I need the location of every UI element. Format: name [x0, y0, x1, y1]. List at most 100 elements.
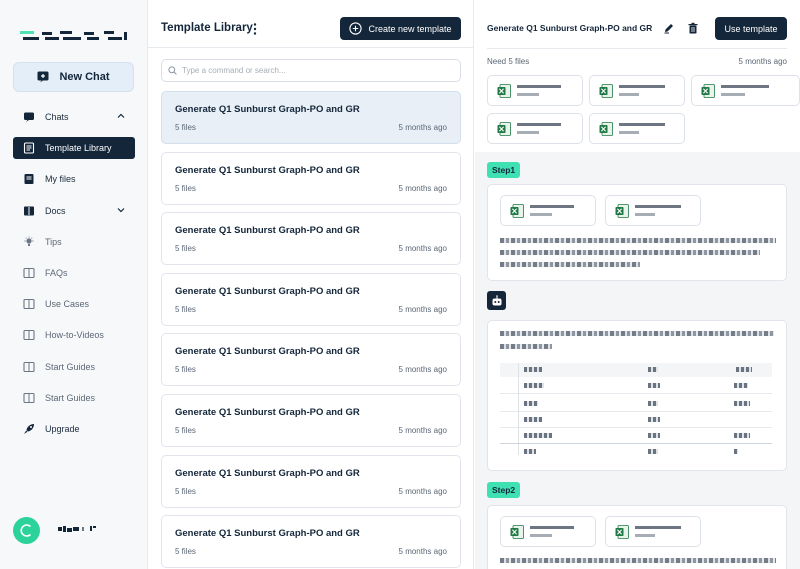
trash-icon[interactable] [687, 22, 699, 34]
template-card[interactable]: Generate Q1 Sunburst Graph-PO and GR 5 f… [161, 212, 461, 266]
template-card[interactable]: Generate Q1 Sunburst Graph-PO and GR 5 f… [161, 333, 461, 387]
file-name-obscured [530, 524, 590, 540]
file-chip[interactable] [605, 516, 701, 547]
file-chip[interactable] [487, 113, 583, 144]
chevron-up-icon[interactable] [117, 112, 125, 120]
excel-file-icon [615, 203, 629, 218]
use-template-button[interactable]: Use template [715, 17, 787, 40]
sidebar-item-my-files[interactable]: My files [13, 168, 135, 190]
template-card[interactable]: Generate Q1 Sunburst Graph-PO and GR 5 f… [161, 272, 461, 326]
sidebar-item-chats[interactable]: Chats [13, 106, 135, 128]
file-name-obscured [530, 203, 590, 219]
file-chip[interactable] [500, 516, 596, 547]
sidebar-item-label: FAQs [45, 267, 68, 278]
template-card[interactable]: Generate Q1 Sunburst Graph-PO and GR 5 f… [161, 454, 461, 508]
sidebar-item-faqs[interactable]: FAQs [13, 262, 135, 284]
template-timestamp: 5 months ago [398, 547, 447, 557]
sidebar-item-template-library[interactable]: Template Library [13, 137, 135, 160]
step-content [487, 505, 787, 569]
sidebar-item-label: Template Library [45, 143, 112, 154]
search-icon [168, 66, 177, 75]
sidebar-item-use-cases[interactable]: Use Cases [13, 293, 135, 315]
more-options-icon[interactable] [252, 22, 258, 36]
new-chat-icon [37, 71, 49, 83]
user-name-obscured [58, 526, 96, 532]
step-content [487, 184, 787, 281]
sidebar-item-label: Chats [45, 112, 69, 122]
file-chip[interactable] [589, 75, 685, 106]
sidebar-item-label: Upgrade [45, 423, 80, 434]
sidebar-item-label: Use Cases [45, 299, 90, 310]
sidebar-item-start-guides[interactable]: Start Guides [13, 356, 135, 378]
book-icon [23, 392, 35, 404]
template-file-count: 5 files [175, 123, 196, 132]
search-box[interactable] [161, 59, 461, 82]
sidebar-item-label: Docs [45, 205, 66, 216]
step-badge: Step1 [487, 162, 521, 178]
book-icon [23, 361, 35, 373]
new-chat-button[interactable]: New Chat [13, 62, 134, 92]
sidebar-item-how-to-videos[interactable]: How-to-Videos [13, 324, 135, 346]
sidebar-item-label: How-to-Videos [45, 330, 104, 341]
template-timestamp: 5 months ago [738, 57, 787, 66]
file-name-obscured [721, 83, 781, 99]
template-detail-panel: Generate Q1 Sunburst Graph-PO and GR Use… [475, 0, 800, 569]
sidebar-item-tips[interactable]: Tips [13, 231, 135, 253]
avatar[interactable] [13, 517, 40, 544]
sidebar-item-docs[interactable]: Docs [13, 200, 135, 222]
template-file-count: 5 files [175, 304, 196, 314]
template-card[interactable]: Generate Q1 Sunburst Graph-PO and GR 5 f… [161, 515, 461, 569]
template-file-count: 5 files [175, 425, 196, 435]
template-title: Generate Q1 Sunburst Graph-PO and GR [175, 528, 360, 540]
file-name-obscured [517, 121, 577, 137]
template-timestamp: 5 months ago [398, 244, 447, 254]
template-title: Generate Q1 Sunburst Graph-PO and GR [175, 346, 360, 358]
page-title: Template Library [161, 22, 253, 34]
sidebar-item-upgrade[interactable]: Upgrade [13, 418, 135, 440]
template-file-count: 5 files [175, 486, 196, 496]
chat-icon [23, 111, 35, 123]
folder-icon [23, 173, 35, 185]
template-card[interactable]: Generate Q1 Sunburst Graph-PO and GR 5 f… [161, 151, 461, 205]
sidebar-item-label: Start Guides [45, 392, 96, 403]
template-detail-header: Generate Q1 Sunburst Graph-PO and GR Use… [475, 0, 800, 152]
template-title: Generate Q1 Sunburst Graph-PO and GR [175, 104, 360, 115]
template-file-count: 5 files [175, 183, 196, 193]
file-chip[interactable] [589, 113, 685, 144]
template-timestamp: 5 months ago [398, 486, 447, 496]
file-chip[interactable] [500, 195, 596, 226]
obscured-text [500, 250, 760, 255]
template-card[interactable]: Generate Q1 Sunburst Graph-PO and GR 5 f… [161, 91, 461, 144]
chevron-down-icon[interactable] [117, 206, 125, 214]
template-timestamp: 5 months ago [398, 304, 447, 314]
template-title: Generate Q1 Sunburst Graph-PO and GR [175, 467, 360, 479]
search-input[interactable] [182, 66, 442, 75]
file-chip[interactable] [605, 195, 701, 226]
template-list: Generate Q1 Sunburst Graph-PO and GR 5 f… [161, 91, 461, 569]
divider [487, 48, 787, 49]
rocket-icon [23, 423, 35, 435]
file-name-obscured [635, 203, 695, 219]
sidebar-item-label: Start Guides [45, 361, 96, 372]
create-template-button[interactable]: Create new template [340, 17, 461, 40]
template-timestamp: 5 months ago [398, 365, 447, 375]
template-file-count: 5 files [175, 365, 196, 375]
file-chip[interactable] [487, 75, 583, 106]
excel-file-icon [701, 83, 715, 98]
sidebar-nav: Chats Template Library My files Docs Tip… [13, 106, 135, 449]
sidebar-item-label: Tips [45, 236, 62, 247]
book-icon [23, 298, 35, 310]
pencil-icon[interactable] [663, 22, 675, 34]
obscured-text [500, 238, 776, 243]
file-chip[interactable] [691, 75, 800, 106]
template-card[interactable]: Generate Q1 Sunburst Graph-PO and GR 5 f… [161, 393, 461, 447]
sidebar-item-start-guides[interactable]: Start Guides [13, 387, 135, 409]
required-files-label: Need 5 files [487, 57, 530, 66]
template-library-panel: Template Library Create new template Gen… [148, 0, 474, 569]
file-name-obscured [517, 83, 577, 99]
book-icon [23, 267, 35, 279]
obscured-text [500, 344, 552, 349]
plus-circle-icon [349, 22, 363, 35]
excel-file-icon [510, 203, 524, 218]
file-name-obscured [635, 524, 695, 540]
